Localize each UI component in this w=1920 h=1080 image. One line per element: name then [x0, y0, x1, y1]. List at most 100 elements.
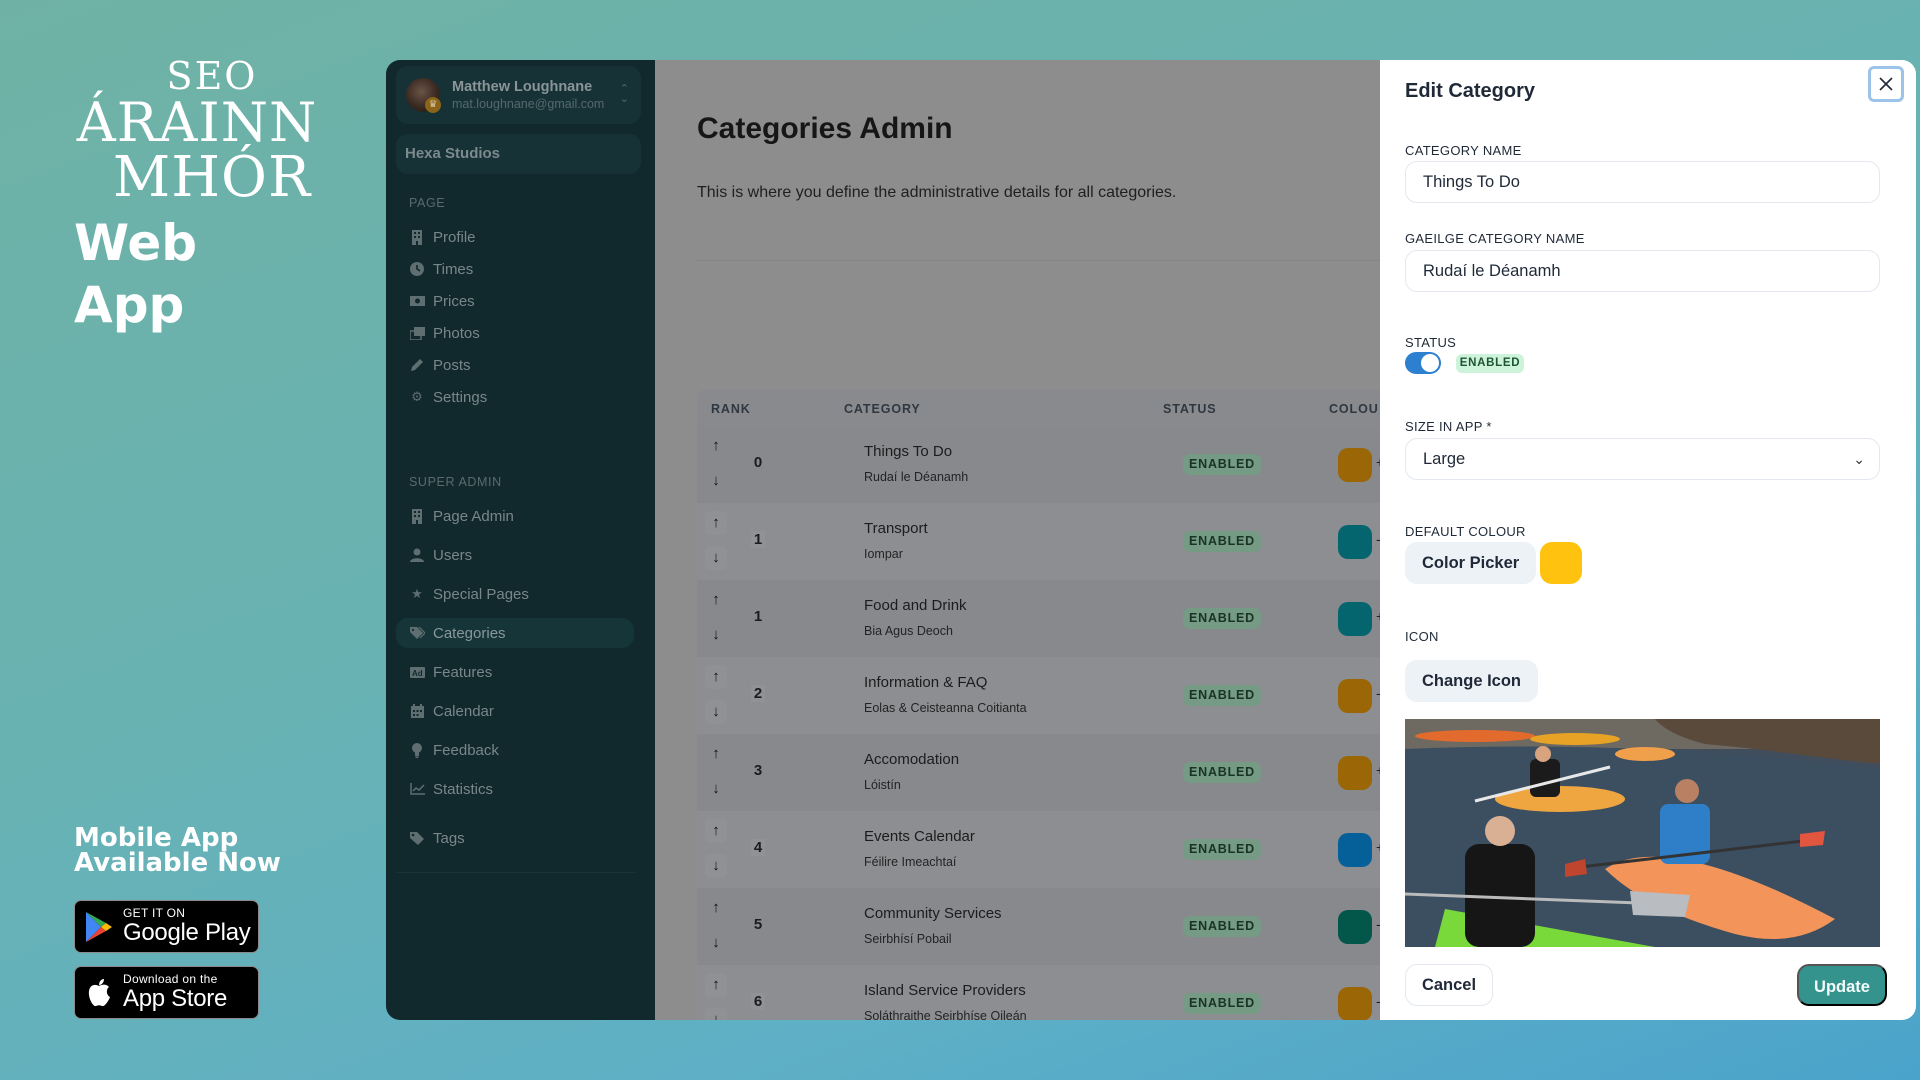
move-down-button[interactable]: ↓ — [705, 700, 727, 724]
colour-swatch[interactable] — [1338, 987, 1372, 1020]
move-down-button[interactable]: ↓ — [705, 623, 727, 647]
move-up-button[interactable]: ↑ — [705, 511, 727, 535]
colour-swatch[interactable] — [1338, 756, 1372, 790]
logo-line-arainn: ÁRAINN — [76, 91, 318, 154]
google-play-icon — [75, 911, 123, 943]
cancel-button[interactable]: Cancel — [1405, 964, 1493, 1006]
move-down-button[interactable]: ↓ — [705, 777, 727, 801]
sidebar-item-statistics[interactable]: Statistics — [396, 774, 634, 804]
sidebar-item-profile[interactable]: Profile — [396, 222, 634, 252]
sidebar-item-categories[interactable]: Categories — [396, 618, 634, 648]
move-up-button[interactable]: ↑ — [705, 588, 727, 612]
move-down-button[interactable]: ↓ — [705, 931, 727, 955]
logo-line-seo: SEO — [166, 54, 258, 98]
move-down-button[interactable]: ↓ — [705, 546, 727, 570]
move-down-button[interactable]: ↓ — [705, 854, 727, 878]
status-badge: ENABLED — [1183, 454, 1261, 475]
category-name-label: CATEGORY NAME — [1405, 143, 1522, 158]
category-name: Events Calendar — [864, 828, 975, 845]
default-colour-swatch[interactable] — [1540, 542, 1582, 584]
colour-swatch[interactable] — [1338, 679, 1372, 713]
status-badge: ENABLED — [1183, 531, 1261, 552]
mobile-app-heading: Mobile App Available Now — [74, 823, 281, 878]
rank-value: 1 — [753, 608, 763, 625]
move-down-button[interactable]: ↓ — [705, 469, 727, 493]
move-up-button[interactable]: ↑ — [705, 819, 727, 843]
status-label: STATUS — [1405, 335, 1457, 350]
sidebar-item-page-admin[interactable]: Page Admin — [396, 501, 634, 531]
colour-swatch[interactable] — [1338, 602, 1372, 636]
table-row[interactable]: ↑ ↓ 1 Transport Iompar ENABLED - — [697, 503, 1397, 580]
web-app-subtitle: Web App — [74, 214, 198, 334]
sidebar-item-prices[interactable]: Prices — [396, 286, 634, 316]
google-play-badge[interactable]: GET IT ON Google Play — [74, 900, 259, 953]
category-name: Food and Drink — [864, 597, 967, 614]
table-row[interactable]: ↑ ↓ 5 Community Services Seirbhísí Pobail ENA… — [697, 888, 1397, 965]
default-colour-label: DEFAULT COLOUR — [1405, 524, 1526, 539]
table-row[interactable]: ↑↓3AccomodationLóistínENABLED+ — [697, 734, 1397, 811]
crown-icon: ♛ — [425, 97, 441, 113]
category-gaeilge-name: Iompar — [864, 547, 903, 561]
sidebar-item-photos[interactable]: Photos — [396, 318, 634, 348]
rank-value: 1 — [751, 531, 765, 548]
organization-selector[interactable]: Hexa Studios — [396, 134, 641, 174]
toggle-knob — [1421, 354, 1439, 372]
arrow-down-icon: ↓ — [712, 549, 720, 566]
sidebar-item-tags[interactable]: Tags — [396, 823, 634, 853]
colour-swatch[interactable] — [1338, 910, 1372, 944]
move-up-button[interactable]: ↑ — [705, 896, 727, 920]
sidebar-item-calendar[interactable]: Calendar — [396, 696, 634, 726]
category-gaeilge-name: Rudaí le Déanamh — [864, 470, 969, 484]
arrow-down-icon: ↓ — [712, 472, 720, 489]
status-toggle[interactable] — [1405, 352, 1441, 374]
section-label-page: PAGE — [409, 196, 446, 210]
arrow-down-icon: ↓ — [712, 857, 720, 874]
table-header: RANK CATEGORY STATUS COLOU — [697, 390, 1397, 426]
sidebar-item-posts[interactable]: Posts — [396, 350, 634, 380]
move-up-button[interactable]: ↑ — [705, 973, 727, 997]
change-icon-button[interactable]: Change Icon — [1405, 660, 1539, 702]
category-name: Things To Do — [864, 443, 953, 460]
move-up-button[interactable]: ↑ — [705, 665, 727, 689]
rank-value: 6 — [751, 993, 765, 1010]
logo-line-mhor: MHÓR — [112, 145, 312, 210]
gaeilge-name-input[interactable] — [1405, 250, 1880, 292]
sidebar-item-settings[interactable]: ⚙ Settings — [396, 382, 634, 412]
page-description: This is where you define the administrat… — [697, 184, 1177, 201]
arrow-down-icon: ↓ — [712, 934, 720, 951]
close-button[interactable] — [1868, 66, 1904, 102]
color-picker-button[interactable]: Color Picker — [1405, 542, 1537, 584]
table-row[interactable]: ↑ ↓ 2 Information & FAQ Eolas & Ceisteanna C… — [697, 657, 1397, 734]
colour-swatch[interactable] — [1338, 525, 1372, 559]
column-header-colour: COLOU — [1329, 402, 1379, 416]
table-row[interactable]: ↑↓0Things To DoRudaí le DéanamhENABLED+ — [697, 426, 1397, 503]
icon-label: ICON — [1405, 629, 1439, 644]
table-row[interactable]: ↑↓1Food and DrinkBia Agus DeochENABLED+ — [697, 580, 1397, 657]
category-name: Transport — [864, 520, 928, 537]
rank-value: 3 — [753, 762, 763, 779]
arrow-up-icon: ↑ — [712, 745, 720, 762]
status-badge: ENABLED — [1183, 685, 1261, 706]
size-in-app-select[interactable]: Large ⌄ — [1405, 438, 1880, 480]
column-header-category: CATEGORY — [844, 402, 921, 416]
sidebar-item-times[interactable]: Times — [396, 254, 634, 284]
clock-icon — [409, 261, 425, 277]
colour-swatch[interactable] — [1338, 833, 1372, 867]
sidebar-item-feedback[interactable]: Feedback — [396, 735, 634, 765]
update-button[interactable]: Update — [1797, 964, 1887, 1006]
calendar-icon — [409, 703, 425, 719]
user-switcher[interactable]: ♛ Matthew Loughnane mat.loughnane@gmail.… — [396, 66, 641, 124]
category-icon-image — [1405, 719, 1880, 947]
app-store-badge[interactable]: Download on the App Store — [74, 966, 259, 1019]
move-up-button[interactable]: ↑ — [705, 742, 727, 766]
sidebar-item-features[interactable]: Ad Features — [396, 657, 634, 687]
sidebar-item-special-pages[interactable]: ★ Special Pages — [396, 579, 634, 609]
sidebar-item-users[interactable]: Users — [396, 540, 634, 570]
colour-swatch[interactable] — [1338, 448, 1372, 482]
category-name: Community Services — [864, 905, 1002, 922]
move-down-button[interactable]: ↓ — [705, 1008, 727, 1020]
table-row[interactable]: ↑ ↓ 4 Events Calendar Féilire Imeachtaí ENABL… — [697, 811, 1397, 888]
move-up-button[interactable]: ↑ — [705, 434, 727, 458]
category-name-input[interactable] — [1405, 161, 1880, 203]
table-row[interactable]: ↑ ↓ 6 Island Service Providers Soláthraithe … — [697, 965, 1397, 1020]
